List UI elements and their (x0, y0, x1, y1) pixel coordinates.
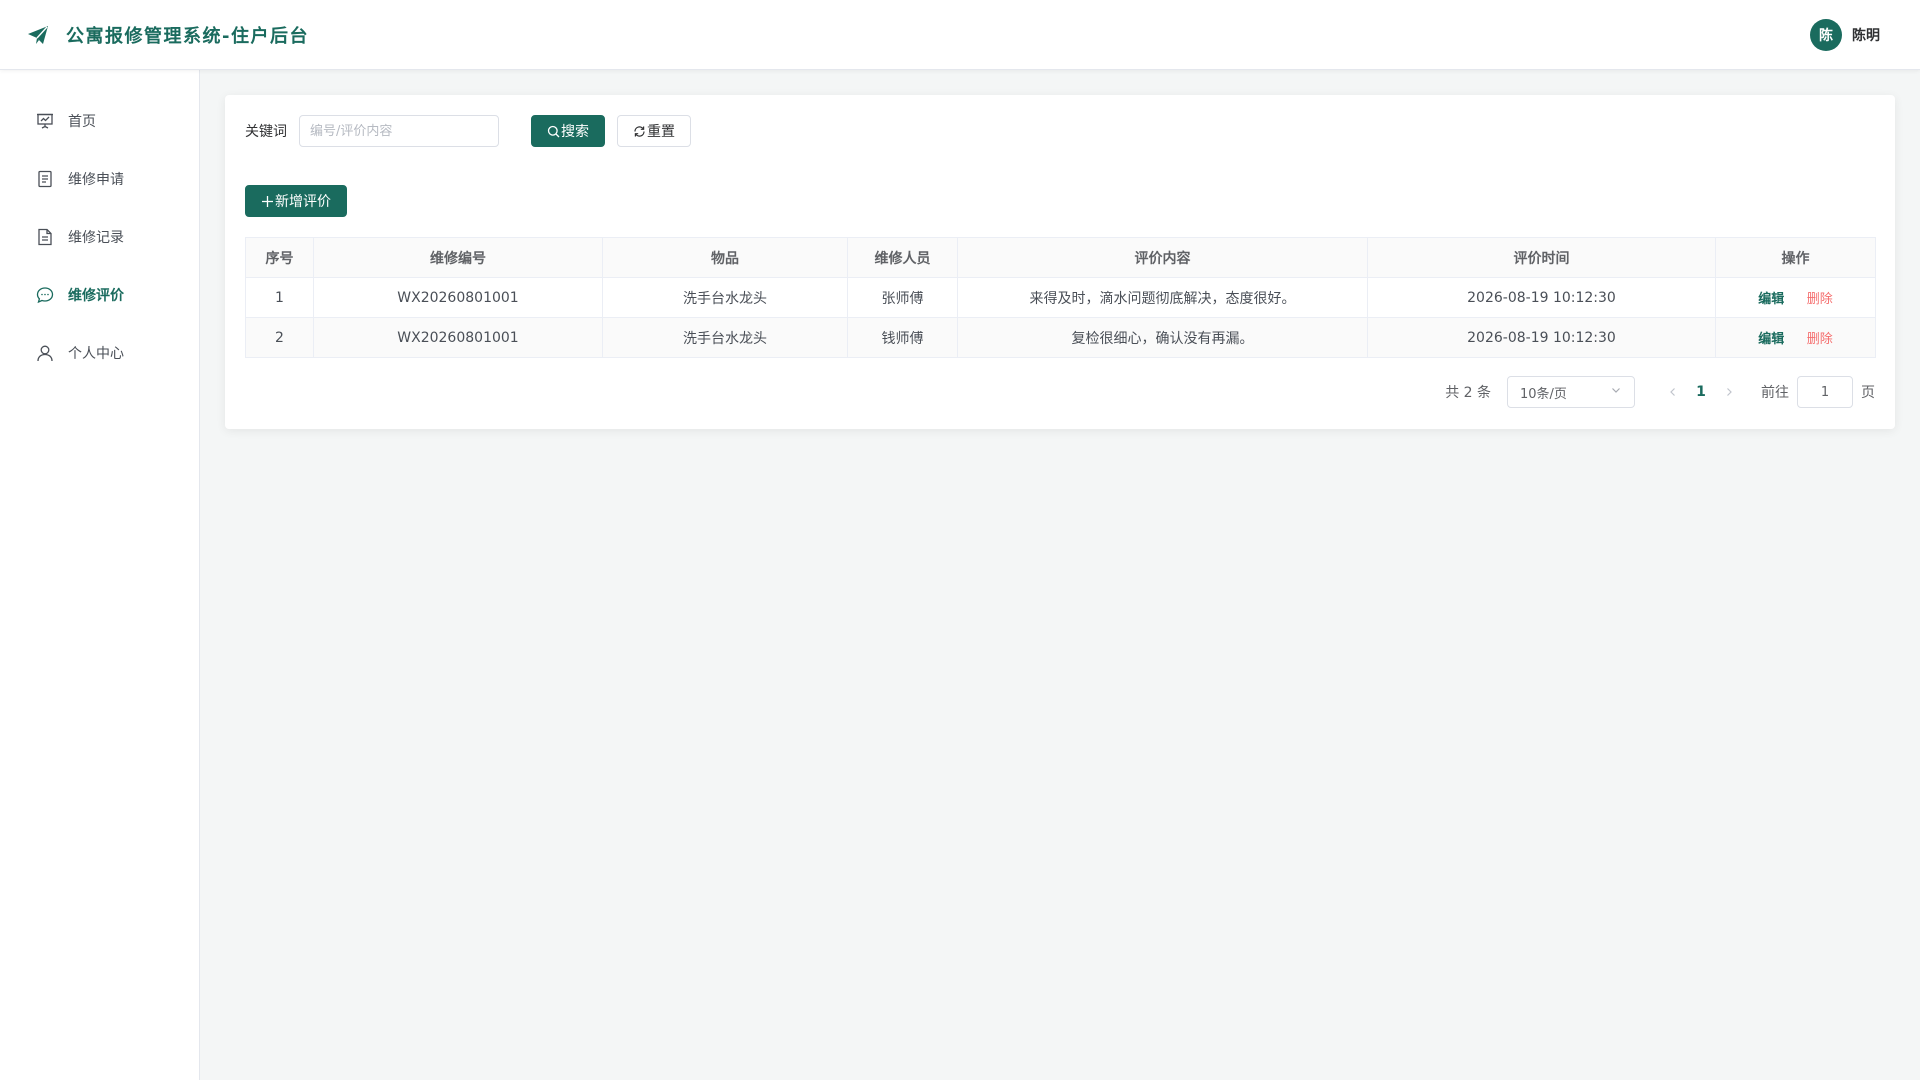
cell-actions: 编辑 删除 (1715, 277, 1876, 318)
cell-item: 洗手台水龙头 (602, 317, 848, 358)
file-record-icon (36, 228, 54, 246)
page-number-current[interactable]: 1 (1687, 378, 1715, 406)
document-list-icon (36, 170, 54, 188)
sidebar-item-repair-reviews[interactable]: 维修评价 (0, 266, 199, 324)
add-review-label: 新增评价 (275, 194, 331, 210)
cell-repair-no: WX20260801001 (313, 277, 603, 318)
app-title: 公寓报修管理系统-住户后台 (66, 25, 309, 47)
sidebar-item-label: 维修记录 (68, 230, 124, 246)
chat-bubble-icon (36, 286, 54, 304)
table-row: 1 WX20260801001 洗手台水龙头 张师傅 来得及时，滴水问题彻底解决… (245, 277, 1876, 318)
keyword-search-input[interactable] (299, 115, 499, 147)
column-header: 维修人员 (847, 237, 958, 278)
edit-link[interactable]: 编辑 (1758, 332, 1784, 347)
table-header-row: 序号 维修编号 物品 维修人员 评价内容 评价时间 操作 (245, 237, 1876, 278)
column-header: 序号 (245, 237, 314, 278)
sidebar-item-label: 个人中心 (68, 346, 124, 362)
cell-content: 来得及时，滴水问题彻底解决，态度很好。 (957, 277, 1368, 318)
sidebar-item-repair-request[interactable]: 维修申请 (0, 150, 199, 208)
cell-item: 洗手台水龙头 (602, 277, 848, 318)
sidebar-item-label: 首页 (68, 114, 96, 130)
delete-link[interactable]: 删除 (1807, 332, 1833, 347)
goto-page-input[interactable] (1797, 376, 1853, 408)
prev-page-button[interactable] (1659, 378, 1687, 406)
cell-index: 1 (245, 277, 314, 318)
column-header: 维修编号 (313, 237, 603, 278)
column-header: 评价内容 (957, 237, 1368, 278)
chevron-left-icon (1670, 388, 1675, 396)
plus-icon (261, 195, 274, 208)
column-header: 操作 (1715, 237, 1876, 278)
cell-worker: 张师傅 (847, 277, 958, 318)
edit-link[interactable]: 编辑 (1758, 292, 1784, 307)
sidebar-item-label: 维修申请 (68, 172, 124, 188)
sidebar-item-profile[interactable]: 个人中心 (0, 324, 199, 382)
user-icon (36, 344, 54, 362)
review-list-card: 关键词 搜索 重置 (225, 95, 1895, 429)
paper-plane-icon (26, 23, 50, 47)
user-name[interactable]: 陈明 (1852, 25, 1880, 45)
reset-button-label: 重置 (647, 124, 675, 140)
cell-worker: 钱师傅 (847, 317, 958, 358)
total-count: 共 2 条 (1445, 385, 1491, 401)
page-size-select[interactable]: 10条/页 (1507, 376, 1635, 408)
chevron-down-icon (1610, 384, 1622, 400)
page-unit-label: 页 (1861, 385, 1875, 401)
keyword-label: 关键词 (245, 124, 287, 140)
delete-link[interactable]: 删除 (1807, 292, 1833, 307)
cell-actions: 编辑 删除 (1715, 317, 1876, 358)
refresh-icon (633, 125, 646, 138)
sidebar-item-home[interactable]: 首页 (0, 92, 199, 150)
user-menu[interactable]: 陈 陈明 (1810, 18, 1880, 51)
search-button[interactable]: 搜索 (531, 115, 605, 147)
chevron-right-icon (1727, 388, 1732, 396)
reset-button[interactable]: 重置 (617, 115, 691, 147)
table-row: 2 WX20260801001 洗手台水龙头 钱师傅 复检很细心，确认没有再漏。… (245, 317, 1876, 358)
presentation-board-icon (36, 112, 54, 130)
next-page-button[interactable] (1715, 378, 1743, 406)
search-button-label: 搜索 (561, 124, 589, 140)
page-size-value: 10条/页 (1520, 386, 1567, 402)
avatar[interactable]: 陈 (1810, 18, 1842, 51)
sidebar: 首页 维修申请 维修记录 维修评价 个人中心 (0, 70, 200, 1080)
cell-time: 2026-08-19 10:12:30 (1367, 277, 1716, 318)
cell-content: 复检很细心，确认没有再漏。 (957, 317, 1368, 358)
filter-bar: 关键词 搜索 重置 (245, 115, 691, 147)
goto-label: 前往 (1761, 385, 1789, 401)
column-header: 物品 (602, 237, 848, 278)
cell-index: 2 (245, 317, 314, 358)
cell-time: 2026-08-19 10:12:30 (1367, 317, 1716, 358)
add-review-button[interactable]: 新增评价 (245, 185, 347, 217)
sidebar-item-repair-records[interactable]: 维修记录 (0, 208, 199, 266)
top-header: 公寓报修管理系统-住户后台 陈 陈明 (0, 0, 1920, 70)
column-header: 评价时间 (1367, 237, 1716, 278)
brand: 公寓报修管理系统-住户后台 (26, 22, 309, 48)
cell-repair-no: WX20260801001 (313, 317, 603, 358)
search-icon (547, 125, 560, 138)
pagination: 共 2 条 10条/页 1 前往 页 (1445, 376, 1875, 408)
sidebar-item-label: 维修评价 (68, 288, 124, 304)
review-table: 序号 维修编号 物品 维修人员 评价内容 评价时间 操作 1 WX2026080… (245, 237, 1876, 358)
